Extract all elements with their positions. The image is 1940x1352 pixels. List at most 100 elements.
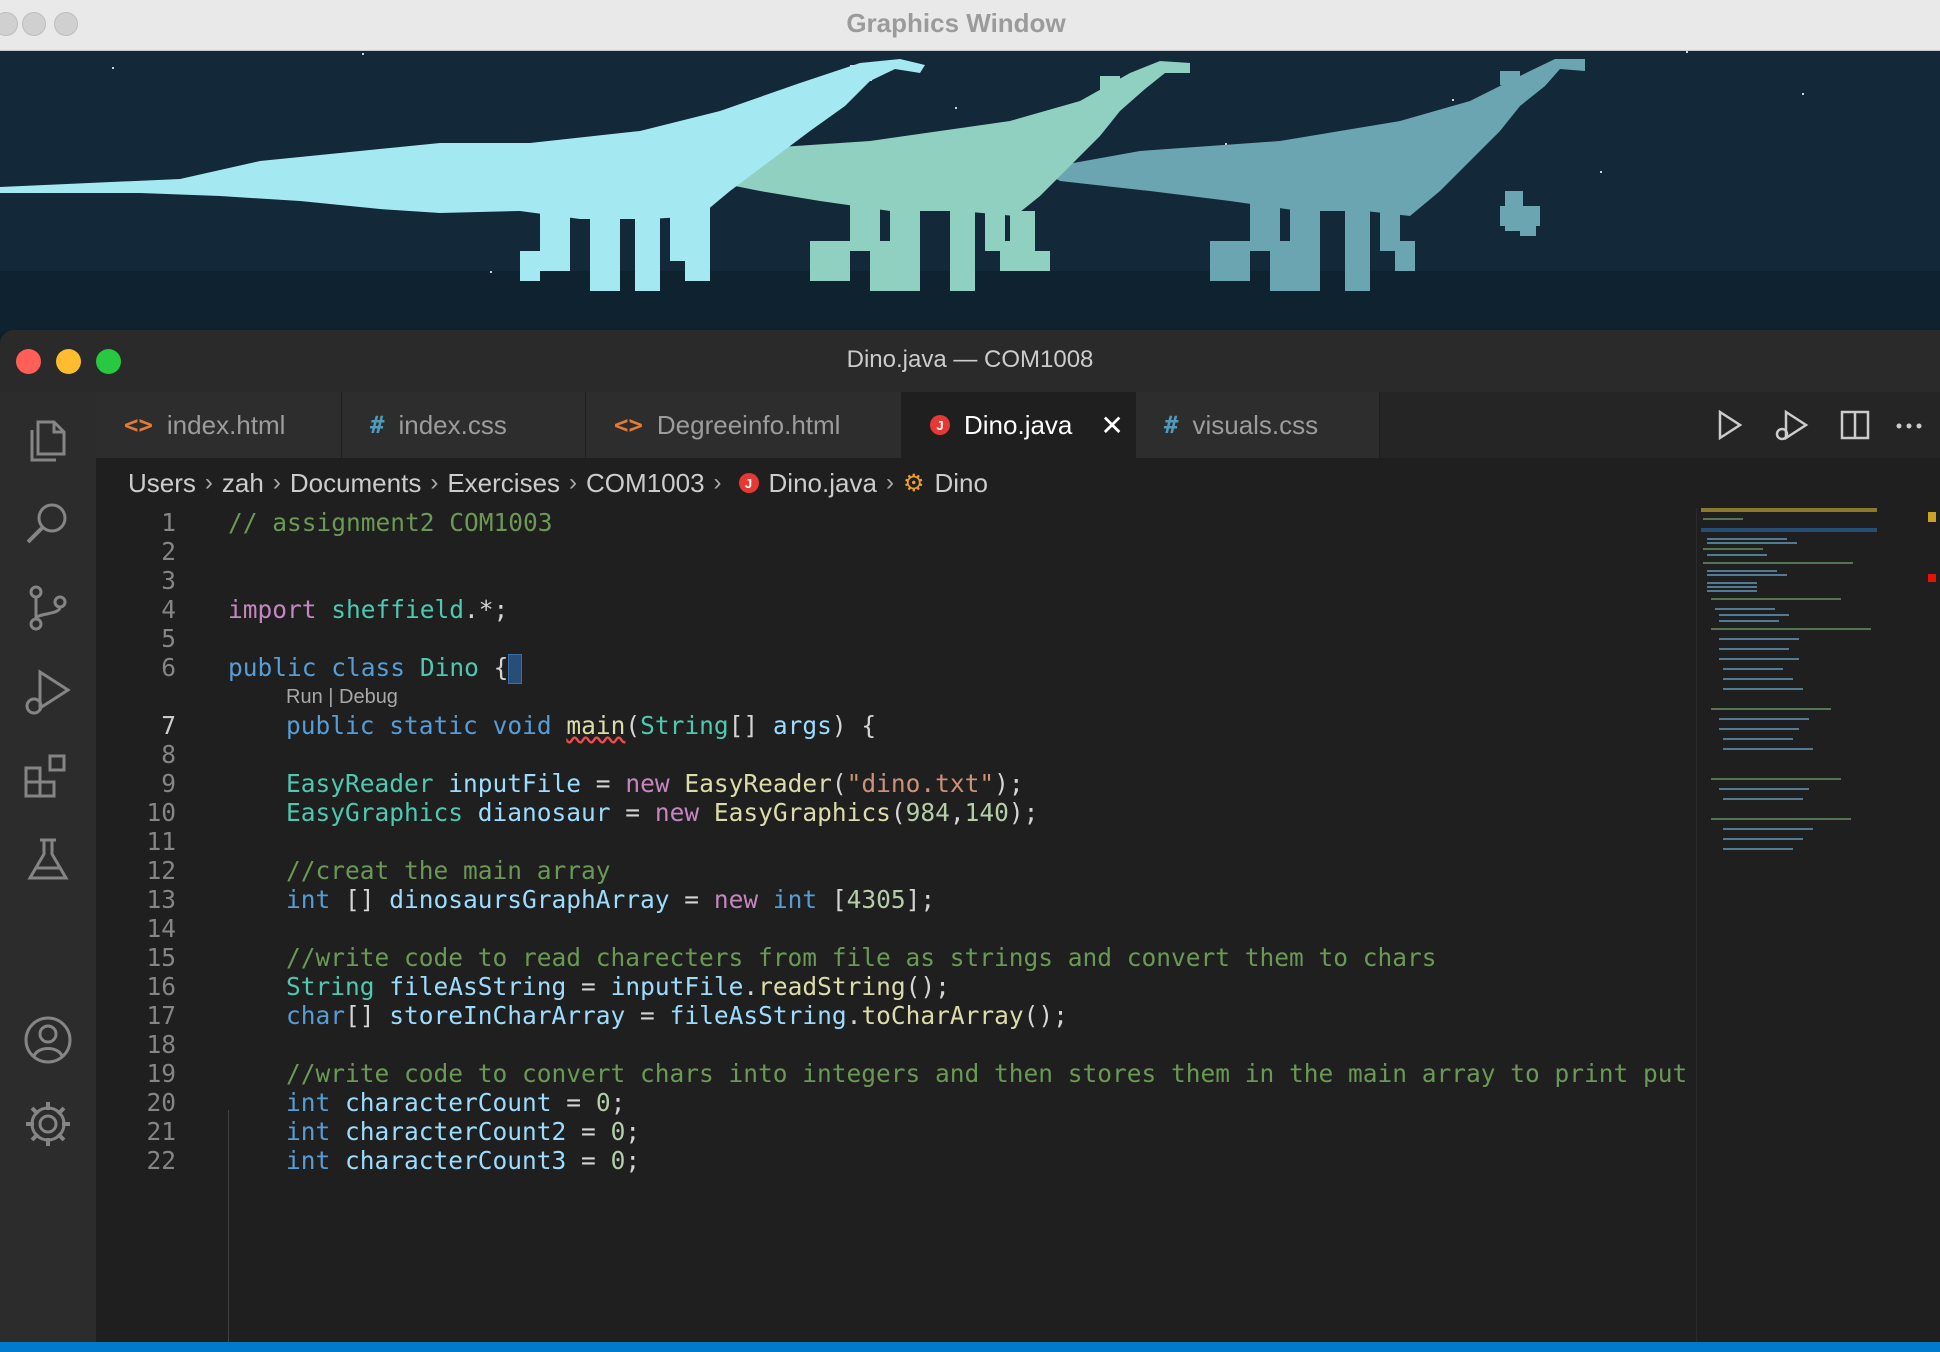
debug-run-icon[interactable] bbox=[1772, 406, 1810, 444]
status-bar bbox=[0, 1342, 1940, 1352]
vscode-titlebar: Dino.java — COM1008 bbox=[0, 330, 1940, 393]
breadcrumb-item[interactable]: Exercises bbox=[447, 468, 560, 499]
number: 4305 bbox=[846, 885, 906, 914]
chevron-right-icon: › bbox=[430, 469, 439, 496]
extensions-icon[interactable] bbox=[22, 750, 74, 802]
tab-label: Degreeinfo.html bbox=[656, 409, 841, 440]
breadcrumb-item[interactable]: zah bbox=[222, 468, 264, 499]
code-line: EasyReader inputFile = new EasyReader("d… bbox=[286, 769, 1024, 798]
more-actions-icon[interactable] bbox=[1890, 406, 1928, 444]
search-icon[interactable] bbox=[22, 498, 74, 550]
graphics-window-title: Graphics Window bbox=[846, 8, 1066, 38]
punctuation: [] bbox=[728, 711, 773, 740]
type: String bbox=[286, 972, 375, 1001]
java-icon: J bbox=[738, 473, 759, 493]
code-line: int characterCount3 = 0; bbox=[286, 1146, 640, 1175]
breadcrumb-item[interactable]: Dino bbox=[934, 468, 987, 499]
package-name: sheffield bbox=[331, 595, 465, 624]
operator: = bbox=[566, 1117, 611, 1146]
chevron-right-icon: › bbox=[713, 469, 722, 496]
run-icon[interactable] bbox=[1710, 406, 1748, 444]
line-number: 22 bbox=[146, 1146, 176, 1175]
editor-actions bbox=[1680, 392, 1940, 458]
run-debug-icon[interactable] bbox=[22, 666, 74, 718]
punctuation: ; bbox=[625, 1117, 641, 1146]
testing-icon[interactable] bbox=[22, 834, 74, 886]
code-line: import sheffield.*; bbox=[228, 595, 508, 624]
accounts-icon[interactable] bbox=[22, 1014, 74, 1066]
line-number: 14 bbox=[146, 914, 176, 943]
punctuation: ( bbox=[625, 711, 641, 740]
constructor: EasyGraphics bbox=[713, 798, 891, 827]
class-name: Dino bbox=[419, 653, 479, 682]
line-number: 15 bbox=[146, 943, 176, 972]
breadcrumb-item[interactable]: Users bbox=[128, 468, 196, 499]
keyword: int bbox=[286, 885, 331, 914]
line-number: 6 bbox=[161, 653, 176, 682]
editor-scrollbar[interactable] bbox=[1924, 508, 1940, 1352]
css-icon: # bbox=[370, 411, 385, 439]
keyword: char bbox=[286, 1001, 346, 1030]
breadcrumb-item[interactable]: Documents bbox=[290, 468, 422, 499]
keyword: int bbox=[772, 885, 818, 914]
line-number: 4 bbox=[161, 595, 176, 624]
line-number: 18 bbox=[146, 1030, 176, 1059]
type: EasyGraphics bbox=[286, 798, 464, 827]
dinosaur-canvas bbox=[0, 51, 1940, 332]
code-line: char[] storeInCharArray = fileAsString.t… bbox=[286, 1001, 1068, 1030]
tab-dino-java[interactable]: J Dino.java ✕ bbox=[902, 392, 1136, 458]
method-name: readString bbox=[758, 972, 906, 1001]
tab-visuals-css[interactable]: # visuals.css bbox=[1136, 392, 1380, 458]
keyword: new bbox=[625, 769, 670, 798]
type: EasyReader bbox=[286, 769, 434, 798]
dinosaur-drawing bbox=[0, 51, 1940, 332]
codelens-run-debug[interactable]: Run | Debug bbox=[286, 686, 398, 709]
string: "dino.txt" bbox=[846, 769, 995, 798]
code-line: int characterCount = 0; bbox=[286, 1088, 625, 1117]
code-editor[interactable]: 1 2 3 4 5 6 7 8 9 10 11 12 13 14 15 16 1… bbox=[96, 508, 1696, 1352]
tab-label: Dino.java bbox=[964, 409, 1073, 440]
line-number: 21 bbox=[146, 1117, 176, 1146]
chevron-right-icon: › bbox=[885, 469, 894, 496]
keyword: public bbox=[228, 653, 317, 682]
explorer-icon[interactable] bbox=[22, 414, 74, 466]
minimap-preview bbox=[1701, 508, 1877, 850]
line-number: 20 bbox=[146, 1088, 176, 1117]
chevron-right-icon: › bbox=[272, 469, 281, 496]
comment: // assignment2 COM1003 bbox=[228, 508, 553, 537]
chevron-right-icon: › bbox=[204, 469, 213, 496]
keyword: public bbox=[286, 711, 375, 740]
breadcrumb-item[interactable]: Dino.java bbox=[769, 468, 877, 499]
operator: = bbox=[669, 885, 714, 914]
code-line: String fileAsString = inputFile.readStri… bbox=[286, 972, 950, 1001]
code-line: public static void main(String[] args) { bbox=[286, 711, 876, 740]
line-number: 11 bbox=[146, 827, 176, 856]
split-editor-icon[interactable] bbox=[1836, 406, 1874, 444]
line-number: 17 bbox=[146, 1001, 176, 1030]
tab-index-html[interactable]: <> index.html bbox=[96, 392, 342, 458]
tab-degreeinfo-html[interactable]: <> Degreeinfo.html bbox=[586, 392, 902, 458]
breadcrumb-item[interactable]: COM1003 bbox=[586, 468, 705, 499]
operator: = bbox=[625, 1001, 670, 1030]
keyword: int bbox=[286, 1088, 331, 1117]
punctuation: ); bbox=[994, 769, 1024, 798]
text-cursor bbox=[508, 654, 523, 684]
gear-icon[interactable] bbox=[22, 1098, 74, 1150]
close-icon[interactable]: ✕ bbox=[1100, 409, 1123, 442]
editor-tabs: <> index.html # index.css <> Degreeinfo.… bbox=[96, 392, 1940, 458]
tab-index-css[interactable]: # index.css bbox=[342, 392, 586, 458]
comment: //write code to convert chars into integ… bbox=[286, 1059, 1694, 1088]
number: 0 bbox=[595, 1088, 611, 1117]
punctuation: [] bbox=[345, 1001, 390, 1030]
line-number: 19 bbox=[146, 1059, 176, 1088]
vscode-window: Dino.java — COM1008 <> index.html # inde… bbox=[0, 330, 1940, 1352]
line-number: 9 bbox=[161, 769, 176, 798]
minimap[interactable] bbox=[1696, 508, 1925, 1352]
line-number: 3 bbox=[161, 566, 176, 595]
constructor: EasyReader bbox=[684, 769, 832, 798]
punctuation: (); bbox=[905, 972, 950, 1001]
source-control-icon[interactable] bbox=[22, 582, 74, 634]
operator: = bbox=[610, 798, 655, 827]
method-name: main bbox=[566, 711, 626, 740]
tab-label: visuals.css bbox=[1192, 409, 1319, 440]
